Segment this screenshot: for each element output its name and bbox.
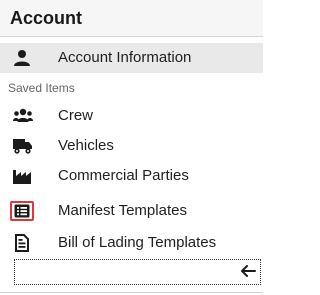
menu-item-manifest-templates[interactable]: Manifest Templates — [0, 196, 263, 226]
menu-item-label: Account Information — [58, 49, 192, 66]
menu-item-account-information[interactable]: Account Information — [0, 43, 263, 73]
panel-header: Account — [0, 0, 263, 36]
account-panel: Account Account Information Saved Items … — [0, 0, 263, 295]
menu-item-label: Manifest Templates — [58, 202, 187, 219]
panel-title: Account — [10, 8, 82, 28]
saved-items-heading: Saved Items — [8, 81, 75, 95]
collapse-bar[interactable] — [14, 259, 261, 285]
truck-icon — [13, 137, 32, 155]
factory-icon — [13, 167, 31, 185]
menu-item-bill-of-lading-templates[interactable]: Bill of Lading Templates — [0, 228, 263, 258]
menu-item-crew[interactable]: Crew — [0, 101, 263, 131]
menu-item-label: Commercial Parties — [58, 167, 189, 184]
menu-item-label: Crew — [58, 107, 94, 124]
menu-item-vehicles[interactable]: Vehicles — [0, 131, 263, 161]
menu-item-commercial-parties[interactable]: Commercial Parties — [0, 161, 263, 191]
user-icon — [13, 49, 31, 67]
header-divider — [0, 36, 263, 37]
highlight-box — [10, 201, 34, 221]
back-arrow-icon[interactable] — [240, 263, 256, 284]
menu-item-label: Vehicles — [58, 137, 114, 154]
bottom-divider — [0, 292, 263, 293]
users-icon — [13, 107, 33, 125]
document-icon — [15, 234, 33, 252]
menu-item-label: Bill of Lading Templates — [58, 234, 217, 251]
